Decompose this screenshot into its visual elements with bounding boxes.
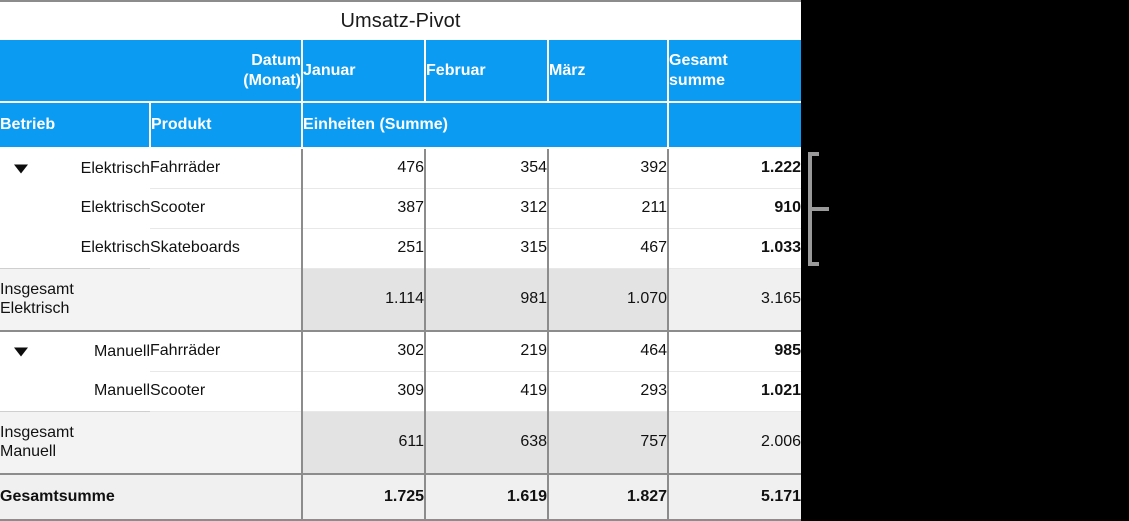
subtotal-row-manuell[interactable]: Insgesamt Manuell 611 638 757 2.006 xyxy=(0,410,802,475)
cell-produkt: Skateboards xyxy=(150,228,304,269)
column-header-gesamtsumme-line1: Gesamt xyxy=(669,51,728,69)
column-header-produkt[interactable]: Produkt xyxy=(150,102,304,149)
column-header-maerz[interactable]: März xyxy=(548,40,670,103)
grand-total-januar: 1.725 xyxy=(302,473,427,521)
subtotal-gesamtsumme: 3.165 xyxy=(668,267,802,332)
cell-produkt: Fahrräder xyxy=(150,148,304,189)
cell-betrieb-label: Manuell xyxy=(93,342,150,360)
page-title: Umsatz-Pivot xyxy=(340,9,461,32)
table-row[interactable]: Manuell Fahrräder 302 219 464 985 xyxy=(0,331,802,372)
subtotal-label-elektrisch: Insgesamt Elektrisch xyxy=(0,267,304,332)
cell-gesamtsumme: 1.222 xyxy=(668,148,802,189)
screenshot-canvas: Umsatz-Pivot Datum (Monat) Januar Februa… xyxy=(0,0,1129,521)
column-header-januar[interactable]: Januar xyxy=(302,40,427,103)
cell-betrieb[interactable]: Manuell xyxy=(0,371,150,411)
cell-maerz: 467 xyxy=(548,228,670,269)
cell-januar: 302 xyxy=(302,331,427,372)
subtotal-januar: 1.114 xyxy=(302,267,427,332)
header-row-months: Datum (Monat) Januar Februar März Gesamt… xyxy=(0,40,802,103)
cell-betrieb-label: Elektrisch xyxy=(80,238,150,256)
subtotal-label-line1: Insgesamt xyxy=(0,281,74,299)
cell-gesamtsumme: 985 xyxy=(668,331,802,372)
grand-total-row[interactable]: Gesamtsumme 1.725 1.619 1.827 5.171 xyxy=(0,473,802,521)
column-header-betrieb[interactable]: Betrieb xyxy=(0,102,151,149)
subtotal-row-elektrisch[interactable]: Insgesamt Elektrisch 1.114 981 1.070 3.1… xyxy=(0,267,802,332)
table-row[interactable]: Elektrisch Scooter 387 312 211 910 xyxy=(0,188,802,229)
subtotal-label-manuell: Insgesamt Manuell xyxy=(0,410,304,475)
bracket-bottom-arm xyxy=(808,262,819,266)
grand-total-gesamtsumme: 5.171 xyxy=(668,473,802,521)
table-body: Elektrisch Fahrräder 476 354 392 1.222 E… xyxy=(0,148,802,521)
group-bracket-elektrisch xyxy=(808,152,836,266)
cell-produkt: Scooter xyxy=(150,371,304,412)
subtotal-gesamtsumme: 2.006 xyxy=(668,410,802,475)
header-date-field-line2: (Monat) xyxy=(243,71,302,89)
cell-maerz: 293 xyxy=(548,371,670,412)
header-row-fields: Betrieb Produkt Einheiten (Summe) xyxy=(0,102,802,149)
cell-februar: 219 xyxy=(425,331,550,372)
cell-februar: 354 xyxy=(425,148,550,189)
subtotal-februar: 638 xyxy=(425,410,550,475)
cell-maerz: 464 xyxy=(548,331,670,372)
grand-total-maerz: 1.827 xyxy=(548,473,670,521)
column-header-februar[interactable]: Februar xyxy=(425,40,550,103)
pivot-table-grid: Datum (Monat) Januar Februar März Gesamt… xyxy=(0,40,802,521)
subtotal-januar: 611 xyxy=(302,410,427,475)
triangle-down-icon[interactable] xyxy=(14,164,28,173)
cell-betrieb[interactable]: Elektrisch xyxy=(0,188,150,228)
cell-betrieb[interactable]: Elektrisch xyxy=(0,148,150,188)
cell-maerz: 392 xyxy=(548,148,670,189)
cell-gesamtsumme: 1.033 xyxy=(668,228,802,269)
pivot-table: Umsatz-Pivot Datum (Monat) Januar Februa… xyxy=(0,0,802,521)
table-row[interactable]: Elektrisch Skateboards 251 315 467 1.033 xyxy=(0,228,802,269)
subtotal-label-line2: Elektrisch xyxy=(0,300,70,318)
bracket-top-arm xyxy=(808,152,819,156)
subtotal-label-line2: Manuell xyxy=(0,443,57,461)
header-date-field-line1: Datum xyxy=(251,51,302,69)
triangle-down-icon[interactable] xyxy=(14,347,28,356)
table-row[interactable]: Elektrisch Fahrräder 476 354 392 1.222 xyxy=(0,148,802,189)
grand-total-label: Gesamtsumme xyxy=(0,473,304,521)
cell-januar: 251 xyxy=(302,228,427,269)
cell-januar: 309 xyxy=(302,371,427,412)
bracket-pointer-stem xyxy=(812,207,829,211)
cell-januar: 387 xyxy=(302,188,427,229)
subtotal-label-line1: Insgesamt xyxy=(0,424,74,442)
column-header-gesamtsumme-line2: summe xyxy=(669,71,726,89)
subtotal-maerz: 757 xyxy=(548,410,670,475)
cell-januar: 476 xyxy=(302,148,427,189)
subtotal-maerz: 1.070 xyxy=(548,267,670,332)
cell-betrieb[interactable]: Manuell xyxy=(0,331,150,371)
cell-produkt: Scooter xyxy=(150,188,304,229)
cell-gesamtsumme: 910 xyxy=(668,188,802,229)
table-row[interactable]: Manuell Scooter 309 419 293 1.021 xyxy=(0,371,802,412)
grand-total-februar: 1.619 xyxy=(425,473,550,521)
pivot-table-title-bar: Umsatz-Pivot xyxy=(0,0,801,40)
cell-gesamtsumme: 1.021 xyxy=(668,371,802,412)
cell-februar: 315 xyxy=(425,228,550,269)
subtotal-februar: 981 xyxy=(425,267,550,332)
table-header: Datum (Monat) Januar Februar März Gesamt… xyxy=(0,40,802,149)
cell-betrieb-label: Manuell xyxy=(93,381,150,399)
column-header-einheiten-summe[interactable]: Einheiten (Summe) xyxy=(302,102,670,149)
cell-betrieb[interactable]: Elektrisch xyxy=(0,228,150,268)
column-header-gesamtsumme[interactable]: Gesamt summe xyxy=(668,40,802,103)
cell-februar: 419 xyxy=(425,371,550,412)
cell-produkt: Fahrräder xyxy=(150,331,304,372)
column-header-spacer xyxy=(668,102,802,149)
cell-februar: 312 xyxy=(425,188,550,229)
cell-betrieb-label: Elektrisch xyxy=(80,199,150,216)
cell-maerz: 211 xyxy=(548,188,670,229)
cell-betrieb-label: Elektrisch xyxy=(80,159,150,177)
header-date-field[interactable]: Datum (Monat) xyxy=(0,40,304,103)
